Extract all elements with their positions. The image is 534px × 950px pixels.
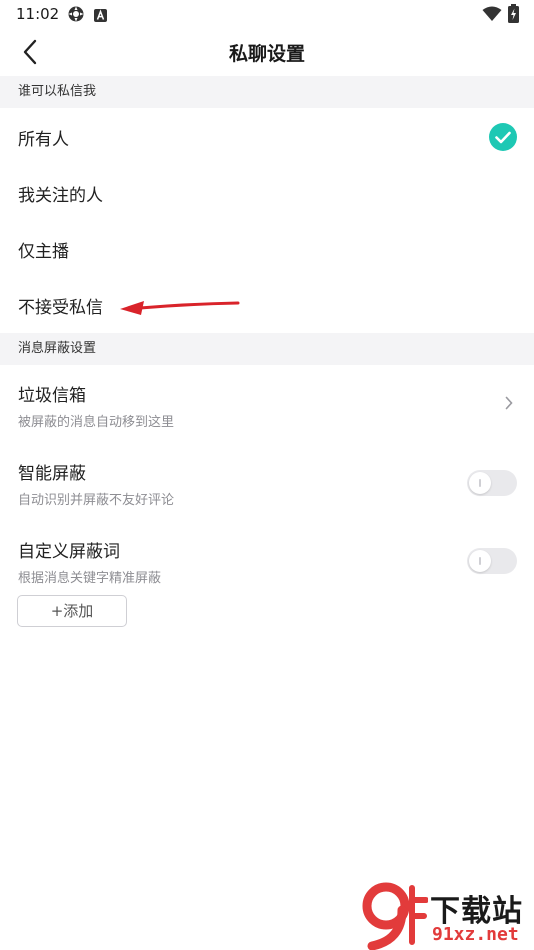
watermark-url: 91xz.net — [432, 924, 519, 945]
text-a-icon — [94, 7, 107, 26]
nav-bar: 私聊设置 — [0, 28, 534, 76]
page-title: 私聊设置 — [228, 43, 305, 65]
status-time: 11:02 — [16, 5, 60, 23]
annotation-arrow-icon — [118, 294, 242, 318]
spam-box-row[interactable]: 垃圾信箱 被屏蔽的消息自动移到这里 — [0, 371, 534, 443]
setting-desc: 自动识别并屏蔽不友好评论 — [18, 493, 175, 508]
section-header-filter: 消息屏蔽设置 — [0, 333, 534, 365]
smart-block-row: 智能屏蔽 自动识别并屏蔽不友好评论 — [0, 449, 534, 521]
check-circle-icon — [489, 123, 517, 151]
add-keyword-button[interactable]: +添加 — [17, 595, 127, 627]
battery-icon — [508, 4, 519, 27]
option-label: 所有人 — [18, 130, 69, 150]
option-label: 我关注的人 — [18, 186, 103, 206]
status-bar: 11:02 — [0, 0, 534, 28]
toggle-knob — [469, 472, 491, 494]
option-everyone[interactable]: 所有人 — [0, 109, 534, 165]
wifi-icon — [482, 6, 502, 26]
setting-desc: 根据消息关键字精准屏蔽 — [18, 571, 162, 586]
setting-desc: 被屏蔽的消息自动移到这里 — [18, 415, 175, 430]
option-following[interactable]: 我关注的人 — [0, 165, 534, 221]
chevron-right-icon — [504, 395, 514, 411]
setting-title: 垃圾信箱 — [18, 386, 86, 406]
custom-words-toggle[interactable] — [467, 548, 517, 574]
watermark: 下载站 91xz.net — [362, 880, 534, 950]
option-no-dm[interactable]: 不接受私信 — [0, 277, 534, 333]
option-label: 不接受私信 — [18, 298, 103, 318]
setting-title: 自定义屏蔽词 — [18, 542, 120, 562]
section-header-dm: 谁可以私信我 — [0, 76, 534, 108]
setting-title: 智能屏蔽 — [18, 464, 86, 484]
option-host-only[interactable]: 仅主播 — [0, 221, 534, 277]
custom-words-row: 自定义屏蔽词 根据消息关键字精准屏蔽 — [0, 527, 534, 599]
sync-icon — [66, 5, 86, 27]
toggle-knob — [469, 550, 491, 572]
option-label: 仅主播 — [18, 242, 69, 262]
smart-block-toggle[interactable] — [467, 470, 517, 496]
